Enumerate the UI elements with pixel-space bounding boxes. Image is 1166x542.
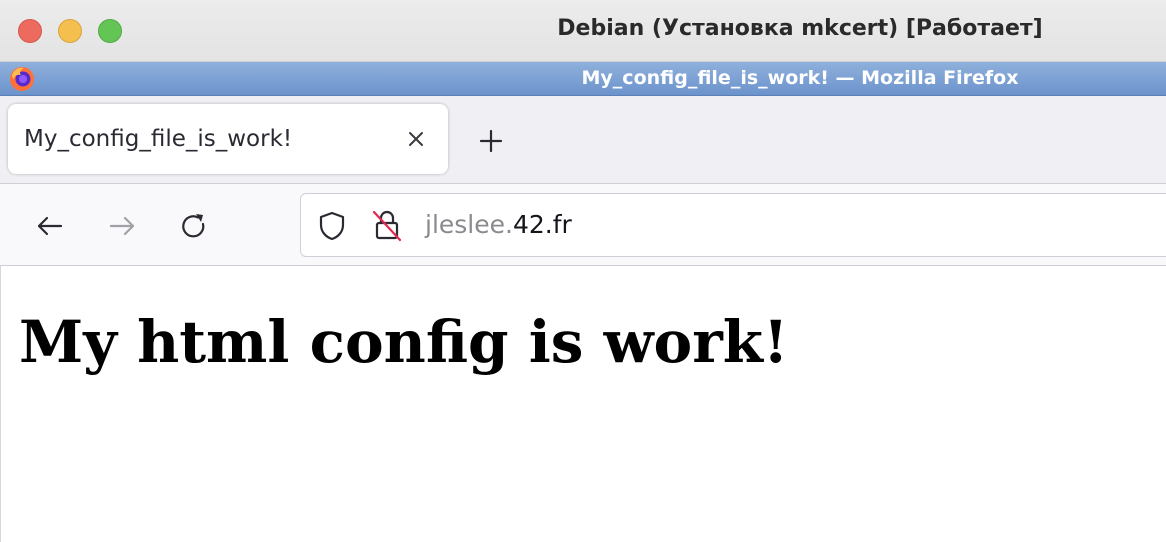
browser-window-title: My_config_file_is_work! — Mozilla Firefo… — [581, 67, 1019, 89]
reload-icon[interactable] — [176, 208, 212, 244]
navigation-toolbar: jleslee.42.fr — [0, 184, 1166, 266]
screen: Debian (Установка mkcert) [Работает] My_… — [0, 0, 1166, 542]
browser-window-titlebar: My_config_file_is_work! — Mozilla Firefo… — [0, 62, 1166, 96]
host-maximize-button[interactable] — [98, 19, 122, 43]
tab-active[interactable]: My_config_file_is_work! — [8, 104, 448, 174]
host-window-title: Debian (Установка mkcert) [Работает] — [557, 16, 1043, 41]
page-content: My html config is work! — [0, 266, 1166, 542]
url-bar[interactable]: jleslee.42.fr — [300, 193, 1166, 257]
plus-icon[interactable] — [474, 124, 508, 158]
close-icon[interactable] — [400, 123, 432, 155]
url-text[interactable]: jleslee.42.fr — [425, 210, 572, 239]
url-domain: 42.fr — [512, 210, 572, 239]
host-window-titlebar: Debian (Установка mkcert) [Работает] — [0, 0, 1166, 62]
tab-label: My_config_file_is_work! — [24, 126, 293, 152]
url-subdomain: jleslee. — [425, 210, 513, 239]
page-heading: My html config is work! — [19, 308, 789, 376]
arrow-right-icon[interactable] — [104, 208, 140, 244]
host-close-button[interactable] — [18, 19, 42, 43]
host-minimize-button[interactable] — [58, 19, 82, 43]
arrow-left-icon[interactable] — [32, 208, 68, 244]
shield-icon[interactable] — [317, 210, 347, 242]
insecure-lock-icon[interactable] — [371, 208, 403, 242]
firefox-logo-icon — [10, 67, 34, 91]
tab-strip: My_config_file_is_work! — [0, 96, 1166, 184]
